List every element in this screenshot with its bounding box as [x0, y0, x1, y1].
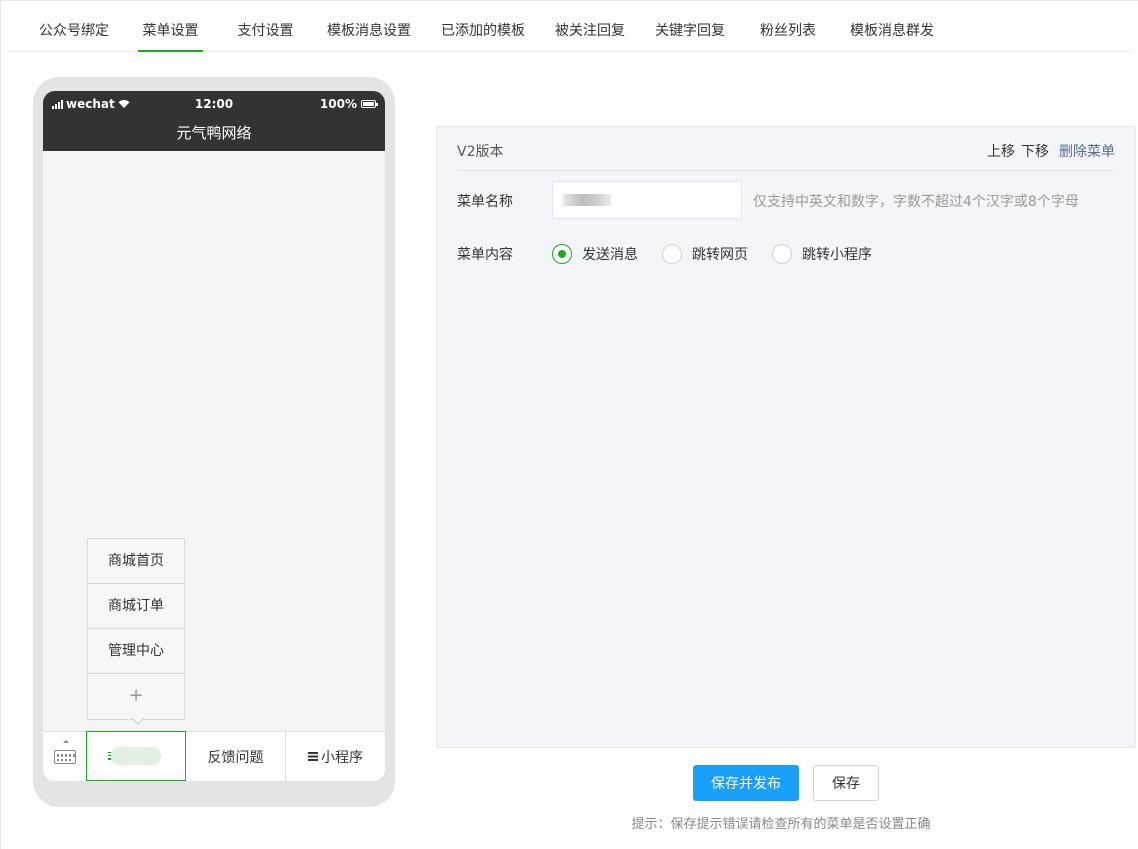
submenu-item-mall-orders[interactable]: 商城订单	[88, 584, 184, 629]
move-up-link[interactable]: 上移	[987, 141, 1015, 161]
status-right: 100%	[319, 97, 378, 111]
phone-status-bar: wechat 12:00 100% 元气鸭网络	[43, 91, 385, 151]
blurred-menu-name	[111, 747, 161, 765]
delete-menu-link[interactable]: 删除菜单	[1059, 141, 1115, 161]
submenu-indicator-icon	[108, 752, 111, 760]
left-border	[0, 0, 1, 849]
menu-name-tip: 仅支持中英文和数字，字数不超过4个汉字或8个字母	[753, 194, 1079, 210]
phone-screen: wechat 12:00 100% 元气鸭网络 商城首页 商城订单 管理中心 +	[43, 91, 385, 781]
tab-follow-reply[interactable]: 被关注回复	[554, 20, 626, 52]
radio-unchecked-icon	[772, 244, 792, 264]
tab-keyword-reply[interactable]: 关键字回复	[654, 20, 726, 52]
submenu-item-mall-home[interactable]: 商城首页	[88, 539, 184, 584]
version-label: V2版本	[457, 144, 504, 160]
radio-jump-webpage[interactable]: 跳转网页	[662, 244, 748, 264]
tab-template-broadcast[interactable]: 模板消息群发	[849, 20, 935, 52]
tab-menu-settings[interactable]: 菜单设置	[138, 20, 203, 52]
radio-jump-miniprogram[interactable]: 跳转小程序	[772, 244, 872, 264]
radio-send-message-label: 发送消息	[582, 247, 638, 263]
menu-item-selected[interactable]	[86, 731, 186, 781]
menu-item-feedback[interactable]: 反馈问题	[186, 732, 286, 781]
menu-name-input[interactable]	[552, 181, 742, 219]
tab-template-message-settings[interactable]: 模板消息设置	[326, 20, 412, 52]
save-button[interactable]: 保存	[813, 765, 879, 801]
menu-name-label: 菜单名称	[457, 194, 513, 210]
menu-item-miniprogram-label: 小程序	[321, 749, 363, 766]
submenu-arrow-inner	[132, 717, 144, 723]
tab-bar: 公众号绑定 菜单设置 支付设置 模板消息设置 已添加的模板 被关注回复 关键字回…	[8, 8, 1132, 52]
radio-jump-webpage-label: 跳转网页	[692, 247, 748, 263]
footer-tip: 提示：保存提示错误请检查所有的菜单是否设置正确	[631, 817, 931, 832]
top-border	[0, 0, 1138, 1]
menu-content-options: 发送消息 跳转网页 跳转小程序	[552, 244, 896, 264]
editor-header: V2版本 上移 下移 删除菜单	[457, 127, 1115, 171]
save-and-publish-button[interactable]: 保存并发布	[693, 765, 799, 801]
keyboard-arrow-icon	[63, 740, 69, 743]
radio-unchecked-icon	[662, 244, 682, 264]
tab-added-templates[interactable]: 已添加的模板	[440, 20, 526, 52]
tab-account-binding[interactable]: 公众号绑定	[38, 20, 110, 52]
battery-label: 100%	[319, 97, 357, 111]
keyboard-toggle[interactable]	[43, 732, 87, 781]
tab-payment-settings[interactable]: 支付设置	[233, 20, 298, 52]
phone-preview: wechat 12:00 100% 元气鸭网络 商城首页 商城订单 管理中心 +	[33, 77, 395, 807]
editor-actions: 上移 下移 删除菜单	[987, 141, 1115, 161]
submenu-item-admin-center[interactable]: 管理中心	[88, 629, 184, 674]
add-submenu-button[interactable]: +	[88, 674, 184, 719]
menu-item-feedback-label: 反馈问题	[207, 749, 264, 766]
account-title: 元气鸭网络	[176, 124, 252, 142]
radio-jump-miniprogram-label: 跳转小程序	[802, 247, 872, 263]
radio-checked-icon	[552, 244, 572, 264]
menu-item-miniprogram[interactable]: 小程序	[286, 732, 385, 781]
blurred-input-value	[563, 194, 611, 206]
tab-fans-list[interactable]: 粉丝列表	[756, 20, 820, 52]
menu-editor-panel: V2版本 上移 下移 删除菜单 菜单名称 仅支持中英文和数字，字数不超过4个汉字…	[436, 126, 1136, 748]
phone-menu-bar: 反馈问题 小程序	[43, 731, 385, 781]
move-down-link[interactable]: 下移	[1021, 141, 1049, 161]
submenu-list: 商城首页 商城订单 管理中心 +	[87, 538, 185, 720]
battery-icon	[361, 100, 378, 108]
radio-send-message[interactable]: 发送消息	[552, 244, 638, 264]
list-icon	[308, 752, 318, 761]
menu-content-label: 菜单内容	[457, 247, 513, 263]
keyboard-icon	[53, 749, 76, 764]
